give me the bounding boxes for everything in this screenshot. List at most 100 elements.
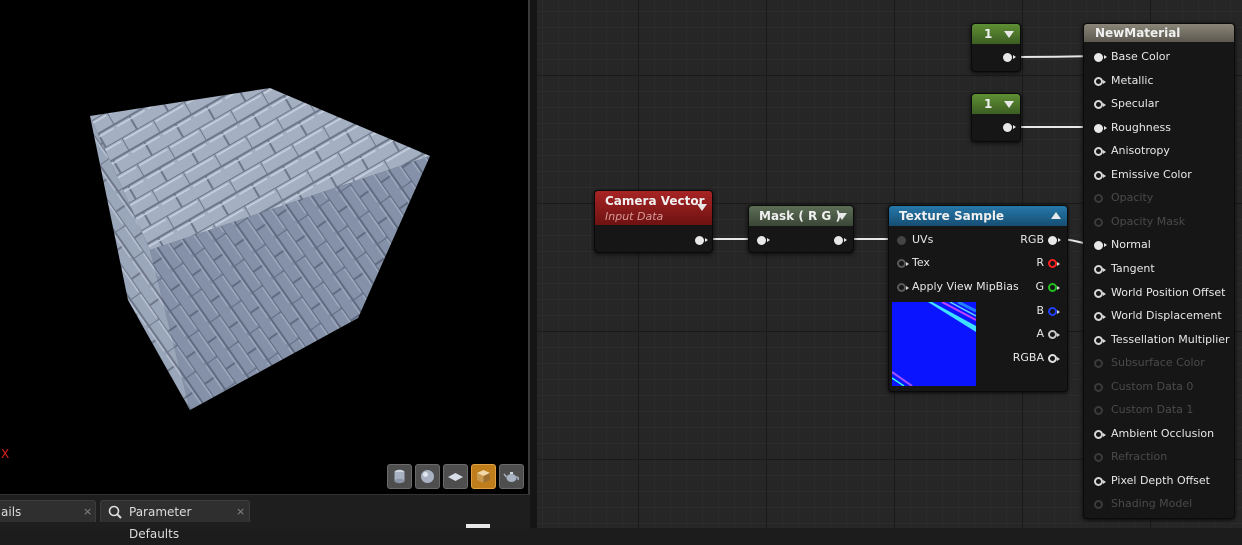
material-pin-roughness[interactable]	[1094, 123, 1107, 133]
mask-node-title: Mask ( R G )	[759, 209, 841, 223]
material-pin-pixel-depth-offset[interactable]	[1094, 476, 1106, 486]
cylinder-icon	[394, 469, 405, 484]
texture-sample-node[interactable]: Texture Sample UVs Tex Apply View MipBia…	[888, 205, 1068, 392]
r-output-label: R	[1036, 256, 1044, 269]
material-label-world-position-offset: World Position Offset	[1111, 285, 1226, 299]
constant-node-1[interactable]: 1	[971, 23, 1021, 72]
mask-output-pin[interactable]	[834, 236, 847, 245]
collapse-arrow-icon[interactable]	[697, 204, 707, 211]
rgb-output-label: RGB	[1020, 233, 1044, 246]
panel-splitter[interactable]	[530, 0, 537, 528]
axis-x-label: X	[1, 447, 10, 461]
uvs-input-label: UVs	[912, 233, 934, 246]
camera-vector-output-pin[interactable]	[695, 236, 708, 245]
material-pin-custom-data-1	[1094, 406, 1103, 416]
cube-icon	[477, 470, 490, 483]
material-label-pixel-depth-offset: Pixel Depth Offset	[1111, 473, 1210, 487]
material-label-specular: Specular	[1111, 97, 1160, 111]
texture-thumbnail	[892, 302, 976, 386]
preview-cylinder-button[interactable]	[387, 464, 412, 489]
tab-details[interactable]: ails ×	[0, 500, 96, 522]
material-result-title: NewMaterial	[1095, 26, 1181, 40]
constant-node-2-output-pin[interactable]	[1003, 123, 1016, 132]
tab-parameter-defaults[interactable]: Parameter Defaults ×	[100, 500, 250, 541]
apply-view-mipbias-input-pin[interactable]	[897, 283, 909, 292]
g-output-label: G	[1035, 280, 1044, 293]
material-pin-world-position-offset[interactable]	[1094, 288, 1106, 298]
preview-viewport[interactable]: X	[0, 0, 528, 494]
plane-icon	[448, 473, 463, 481]
material-pin-subsurface-color	[1094, 359, 1103, 369]
material-pin-world-displacement[interactable]	[1094, 312, 1106, 322]
material-label-custom-data-1: Custom Data 1	[1111, 403, 1194, 417]
a-output-pin[interactable]	[1048, 330, 1060, 339]
material-label-refraction: Refraction	[1111, 450, 1168, 464]
material-pin-specular[interactable]	[1094, 100, 1106, 110]
rgba-output-label: RGBA	[1012, 351, 1044, 364]
material-pin-base-color[interactable]	[1094, 53, 1107, 62]
material-label-world-displacement: World Displacement	[1111, 309, 1222, 323]
preview-cube[interactable]	[0, 0, 528, 494]
material-pin-emissive-color[interactable]	[1094, 170, 1106, 180]
material-label-ambient-occlusion: Ambient Occlusion	[1111, 426, 1215, 440]
g-output-pin[interactable]	[1048, 283, 1060, 292]
uvs-input-pin[interactable]	[897, 236, 906, 245]
tab-details-close-icon[interactable]: ×	[83, 501, 92, 523]
material-label-subsurface-color: Subsurface Color	[1111, 356, 1205, 370]
collapse-arrow-icon[interactable]	[1051, 212, 1061, 219]
material-label-roughness: Roughness	[1111, 120, 1172, 134]
b-output-pin[interactable]	[1048, 307, 1060, 316]
constant-node-1-output-pin[interactable]	[1003, 53, 1016, 62]
tab-parameter-defaults-close-icon[interactable]: ×	[236, 501, 245, 523]
tab-details-label: ails	[1, 505, 22, 519]
preview-sphere-button[interactable]	[415, 464, 440, 489]
preview-cube-button[interactable]	[471, 464, 496, 489]
material-label-emissive-color: Emissive Color	[1111, 167, 1192, 181]
constant-node-2[interactable]: 1	[971, 93, 1021, 142]
material-label-shading-model: Shading Model	[1111, 497, 1193, 511]
material-label-custom-data-0: Custom Data 0	[1111, 379, 1194, 393]
material-pin-metallic[interactable]	[1094, 76, 1106, 86]
material-pin-custom-data-0	[1094, 382, 1103, 392]
collapse-arrow-icon[interactable]	[1004, 31, 1014, 38]
collapse-arrow-icon[interactable]	[837, 213, 847, 220]
b-output-label: B	[1036, 304, 1044, 317]
rgb-output-pin[interactable]	[1048, 236, 1061, 245]
mask-input-pin[interactable]	[757, 236, 770, 245]
camera-vector-subtitle: Input Data	[605, 210, 664, 223]
material-label-opacity: Opacity	[1111, 191, 1154, 205]
material-label-normal: Normal	[1111, 238, 1151, 252]
texture-sample-title: Texture Sample	[899, 209, 1005, 223]
material-pin-anisotropy[interactable]	[1094, 147, 1106, 157]
material-label-anisotropy: Anisotropy	[1111, 144, 1170, 158]
mask-node[interactable]: Mask ( R G )	[748, 205, 854, 253]
search-icon	[108, 505, 122, 519]
preview-plane-button[interactable]	[443, 464, 468, 489]
material-label-opacity-mask: Opacity Mask	[1111, 214, 1186, 228]
material-pin-refraction	[1094, 453, 1103, 463]
material-pin-ambient-occlusion[interactable]	[1094, 429, 1106, 439]
constant-node-1-value: 1	[984, 27, 993, 41]
camera-vector-title: Camera Vector	[605, 194, 705, 208]
material-pin-opacity-mask	[1094, 217, 1103, 227]
constant-node-2-value: 1	[984, 97, 993, 111]
a-output-label: A	[1036, 327, 1044, 340]
rgba-output-pin[interactable]	[1048, 354, 1060, 363]
material-pin-tessellation-multiplier[interactable]	[1094, 335, 1106, 345]
tex-input-label: Tex	[912, 256, 930, 269]
material-label-tangent: Tangent	[1111, 261, 1155, 275]
tex-input-pin[interactable]	[897, 259, 909, 268]
camera-vector-node[interactable]: Camera Vector Input Data	[594, 190, 713, 253]
material-label-tessellation-multiplier: Tessellation Multiplier	[1111, 332, 1230, 346]
material-result-node[interactable]: NewMaterial Base Color Metallic Specular Ro…	[1083, 23, 1235, 519]
preview-teapot-button[interactable]	[499, 464, 524, 489]
collapse-arrow-icon[interactable]	[1004, 101, 1014, 108]
material-pin-opacity	[1094, 194, 1103, 204]
bottom-input-field[interactable]	[466, 524, 490, 528]
material-pin-tangent[interactable]	[1094, 264, 1106, 274]
teapot-icon	[503, 472, 520, 482]
material-pin-normal[interactable]	[1094, 241, 1107, 251]
material-label-base-color: Base Color	[1111, 50, 1171, 63]
sphere-icon	[421, 470, 434, 483]
r-output-pin[interactable]	[1048, 259, 1060, 268]
